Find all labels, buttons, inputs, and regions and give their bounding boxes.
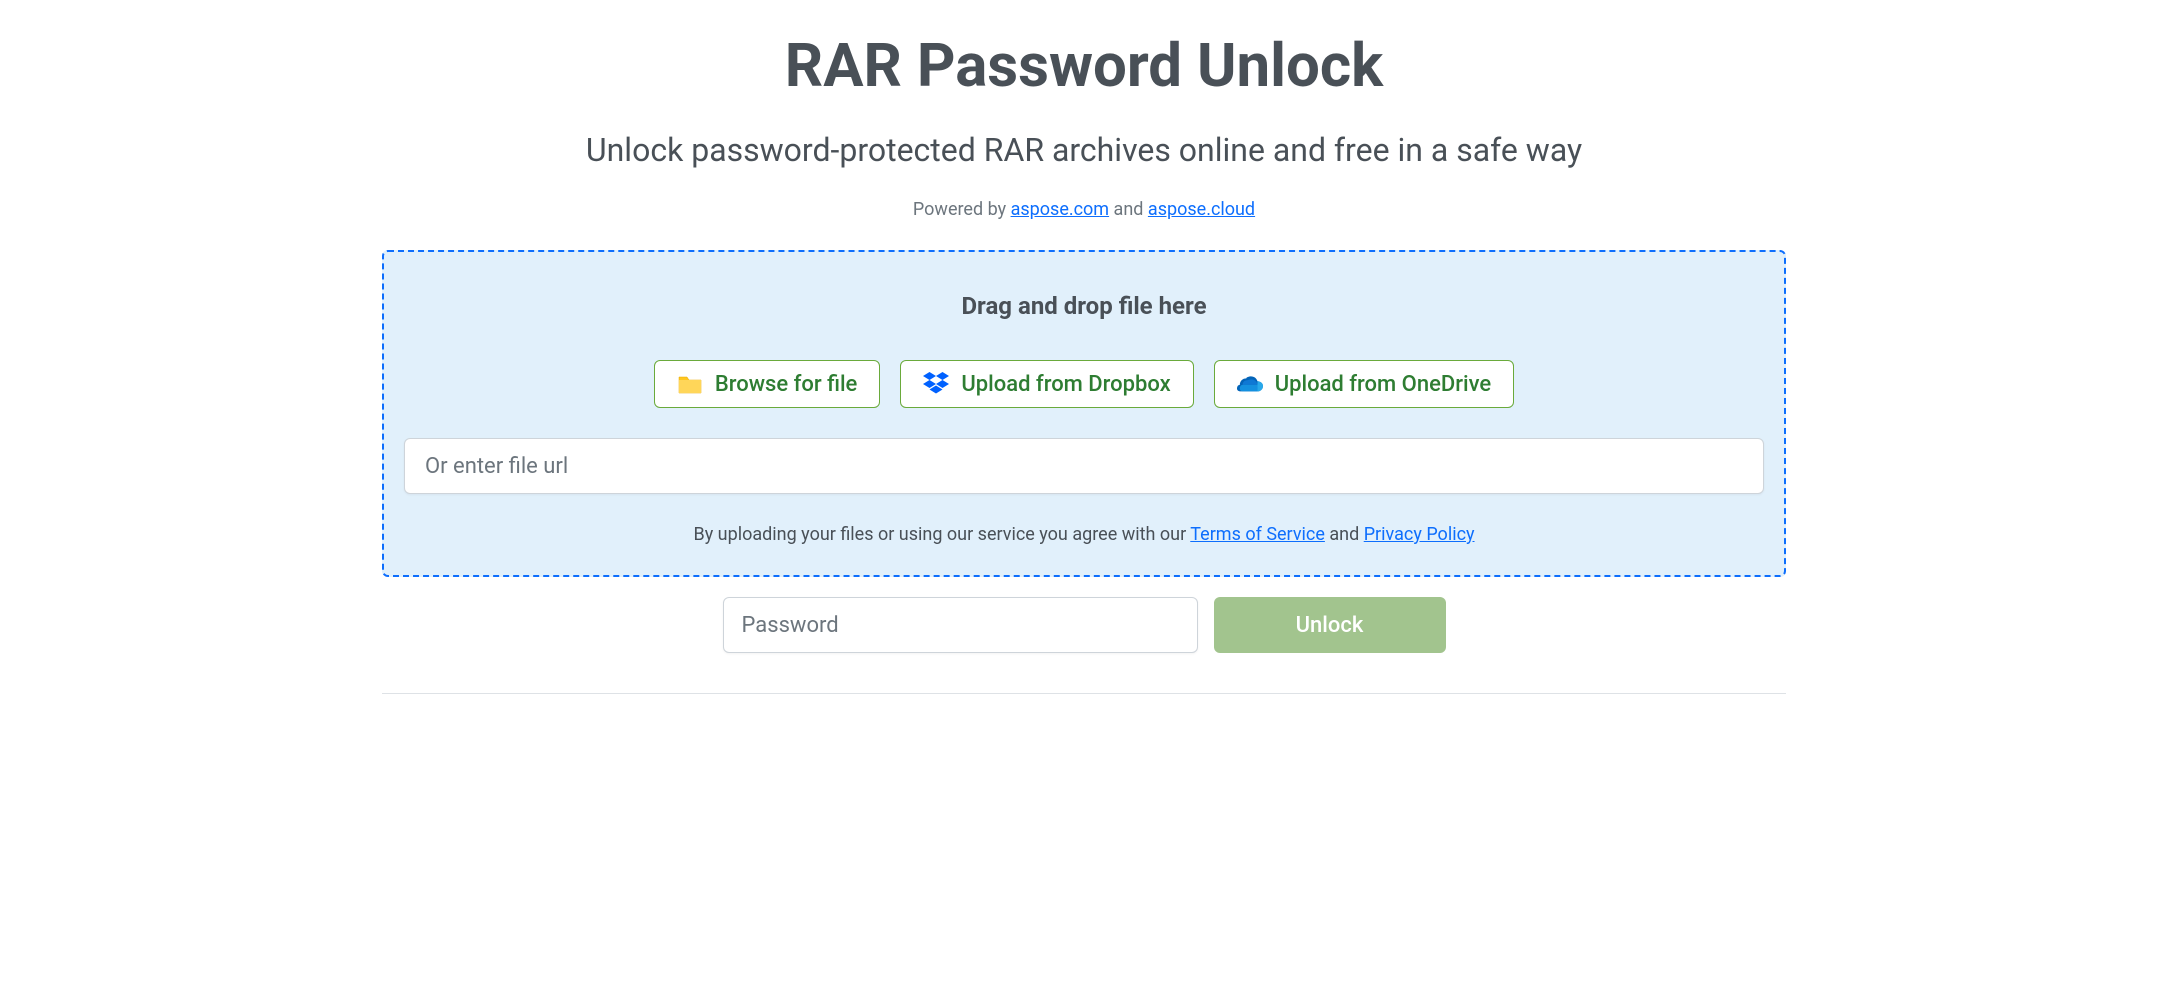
upload-onedrive-button[interactable]: Upload from OneDrive <box>1214 360 1514 408</box>
unlock-button[interactable]: Unlock <box>1214 597 1446 653</box>
aspose-com-link[interactable]: aspose.com <box>1011 199 1110 220</box>
password-input[interactable] <box>723 597 1198 653</box>
section-divider <box>382 693 1786 694</box>
privacy-policy-link[interactable]: Privacy Policy <box>1364 524 1475 545</box>
page-title: RAR Password Unlock <box>382 30 1786 101</box>
file-drop-zone[interactable]: Drag and drop file here Browse for file <box>382 250 1786 577</box>
upload-dropbox-button[interactable]: Upload from Dropbox <box>900 360 1193 408</box>
file-url-input[interactable] <box>404 438 1764 494</box>
agreement-text: By uploading your files or using our ser… <box>404 524 1764 545</box>
upload-button-row: Browse for file Upload from Dropbox <box>404 360 1764 408</box>
browse-file-button[interactable]: Browse for file <box>654 360 881 408</box>
dropbox-icon <box>923 371 949 397</box>
drop-instruction: Drag and drop file here <box>404 292 1764 320</box>
upload-dropbox-label: Upload from Dropbox <box>961 372 1170 397</box>
upload-onedrive-label: Upload from OneDrive <box>1275 372 1491 397</box>
browse-file-label: Browse for file <box>715 372 858 397</box>
agreement-prefix: By uploading your files or using our ser… <box>693 524 1190 545</box>
agreement-and: and <box>1325 524 1364 545</box>
powered-prefix: Powered by <box>913 199 1011 220</box>
action-row: Unlock <box>382 597 1786 653</box>
terms-of-service-link[interactable]: Terms of Service <box>1190 524 1325 545</box>
powered-and: and <box>1109 199 1148 220</box>
powered-by-text: Powered by aspose.com and aspose.cloud <box>382 199 1786 220</box>
onedrive-icon <box>1237 371 1263 397</box>
aspose-cloud-link[interactable]: aspose.cloud <box>1148 199 1255 220</box>
page-subtitle: Unlock password-protected RAR archives o… <box>382 131 1786 169</box>
folder-icon <box>677 371 703 397</box>
